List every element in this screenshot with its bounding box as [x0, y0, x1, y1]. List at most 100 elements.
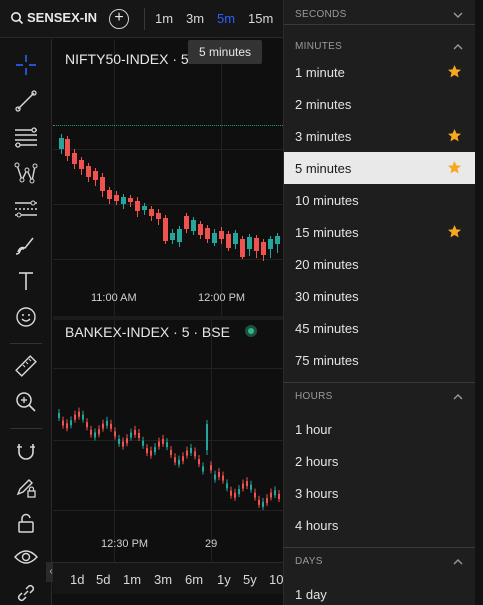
time-axis-label: 12:30 PM	[101, 538, 149, 550]
candle-body	[246, 481, 248, 487]
range-10y-button[interactable]: 10	[269, 572, 283, 587]
star-icon[interactable]	[447, 160, 462, 175]
visibility-tool[interactable]	[12, 543, 40, 571]
candle-body	[72, 153, 77, 164]
trend-line-icon	[15, 90, 37, 112]
candle-body	[266, 498, 268, 504]
interval-option-2-hours[interactable]: 2 hours	[284, 445, 475, 477]
add-symbol-button[interactable]: +	[109, 9, 129, 29]
candle-body	[218, 472, 220, 478]
interval-5m-button[interactable]: 5m	[217, 11, 235, 26]
interval-option-2-minutes[interactable]: 2 minutes	[284, 88, 475, 120]
magnet-tool[interactable]	[12, 437, 40, 465]
zoom-in-tool[interactable]	[12, 388, 40, 416]
candle-body	[242, 483, 244, 489]
range-1m-button[interactable]: 1m	[123, 572, 141, 587]
interval-3m-button[interactable]: 3m	[186, 11, 204, 26]
range-1y-button[interactable]: 1y	[217, 572, 231, 587]
symbol-search[interactable]: SENSEX-IN	[10, 10, 97, 25]
interval-option-3-hours[interactable]: 3 hours	[284, 477, 475, 509]
fib-tool[interactable]	[12, 123, 40, 151]
candle-body	[186, 450, 188, 456]
brush-tool[interactable]	[12, 231, 40, 259]
candle-body	[79, 160, 84, 169]
candle-body	[219, 231, 224, 239]
interval-option-10-minutes[interactable]: 10 minutes	[284, 184, 475, 216]
candle-body	[135, 201, 140, 211]
pattern-tool[interactable]	[12, 159, 40, 187]
interval-option-5-minutes[interactable]: 5 minutes	[284, 152, 475, 184]
range-5y-button[interactable]: 5y	[243, 572, 257, 587]
brush-icon	[15, 237, 34, 255]
candle-body	[274, 490, 276, 496]
range-3m-button[interactable]: 3m	[154, 572, 172, 587]
candle-body	[74, 414, 76, 420]
chevron-down-icon	[453, 12, 463, 18]
candle-body	[174, 457, 176, 463]
candle-body	[177, 229, 182, 242]
candle-body	[86, 422, 88, 428]
candle-body	[66, 423, 68, 429]
prediction-tool[interactable]	[12, 195, 40, 223]
star-icon[interactable]	[447, 128, 462, 143]
option-label: 75 minutes	[295, 353, 359, 368]
interval-option-15-minutes[interactable]: 15 minutes	[284, 216, 475, 248]
time-axis-label: 29	[205, 538, 218, 550]
candle-body	[226, 234, 231, 248]
smiley-icon	[16, 307, 36, 327]
option-label: 5 minutes	[295, 161, 352, 176]
candle-body	[170, 233, 175, 240]
text-icon	[19, 272, 33, 290]
interval-tooltip: 5 minutes	[188, 40, 262, 64]
candle-body	[98, 429, 100, 435]
section-header-days[interactable]: DAYS	[284, 547, 475, 579]
range-5d-button[interactable]: 5d	[96, 572, 110, 587]
interval-option-4-hours[interactable]: 4 hours	[284, 509, 475, 541]
candle-body	[162, 438, 164, 444]
candle-body	[214, 474, 216, 480]
range-1d-button[interactable]: 1d	[70, 572, 84, 587]
candle-body	[86, 166, 91, 177]
symbol-name: SENSEX-IN	[27, 10, 98, 25]
measure-tool[interactable]	[12, 352, 40, 380]
interval-option-1-minute[interactable]: 1 minute	[284, 56, 475, 88]
candle-body	[110, 423, 112, 429]
toolbar-divider	[144, 8, 145, 30]
text-tool[interactable]	[12, 267, 40, 295]
candle-body	[114, 195, 119, 201]
candle-body	[128, 198, 133, 202]
interval-option-75-minutes[interactable]: 75 minutes	[284, 344, 475, 376]
interval-option-20-minutes[interactable]: 20 minutes	[284, 248, 475, 280]
interval-option-30-minutes[interactable]: 30 minutes	[284, 280, 475, 312]
candle-body	[182, 456, 184, 462]
crosshair-icon	[16, 55, 36, 75]
candle-body	[62, 420, 64, 426]
interval-option-1-day[interactable]: 1 day	[284, 578, 475, 605]
candle-body	[184, 216, 189, 229]
candle-body	[254, 238, 259, 251]
section-header-seconds[interactable]: SECONDS	[284, 0, 475, 32]
interval-15m-button[interactable]: 15m	[248, 11, 273, 26]
star-icon[interactable]	[447, 224, 462, 239]
interval-option-3-minutes[interactable]: 3 minutes	[284, 120, 475, 152]
lock-drawing-tool[interactable]	[12, 473, 40, 501]
emoji-tool[interactable]	[12, 303, 40, 331]
candle-body	[278, 493, 280, 499]
lock-all-tool[interactable]	[12, 509, 40, 537]
candle-body	[230, 490, 232, 496]
forecast-icon	[15, 200, 37, 218]
section-header-hours[interactable]: HOURS	[284, 382, 475, 414]
time-axis-label: 12:00 PM	[198, 292, 246, 304]
interval-1m-button[interactable]: 1m	[155, 11, 173, 26]
trend-line-tool[interactable]	[12, 87, 40, 115]
candle-body	[268, 239, 273, 249]
link-tool[interactable]	[12, 579, 40, 605]
interval-option-45-minutes[interactable]: 45 minutes	[284, 312, 475, 344]
crosshair-tool[interactable]	[12, 51, 40, 79]
candle-body	[166, 442, 168, 448]
star-icon[interactable]	[447, 64, 462, 79]
interval-option-1-hour[interactable]: 1 hour	[284, 413, 475, 445]
candle-body	[190, 447, 192, 453]
range-6m-button[interactable]: 6m	[185, 572, 203, 587]
option-label: 1 day	[295, 587, 327, 602]
